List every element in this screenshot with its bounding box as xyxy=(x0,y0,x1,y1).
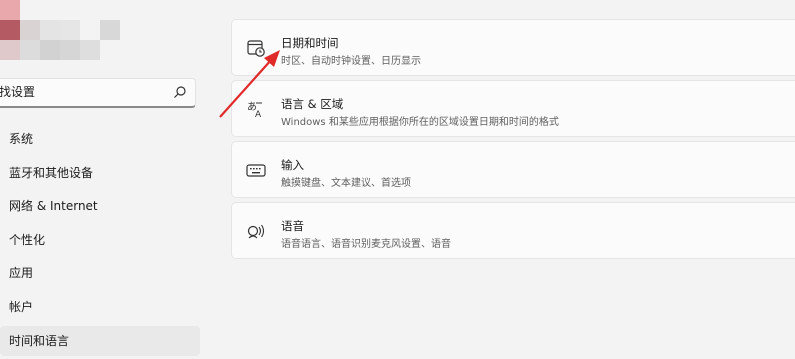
search-icon[interactable] xyxy=(173,85,187,99)
sidebar-item-personalization[interactable]: 个性化 xyxy=(0,225,200,255)
sidebar-item-bluetooth-devices[interactable]: 蓝牙和其他设备 xyxy=(0,158,200,188)
speech-icon xyxy=(247,224,265,239)
svg-text:A: A xyxy=(255,110,262,119)
sidebar-item-apps[interactable]: 应用 xyxy=(0,258,200,288)
card-date-time[interactable]: 日期和时间 时区、自动时钟设置、日历显示 xyxy=(231,19,795,76)
card-title: 日期和时间 xyxy=(281,36,339,50)
sidebar-item-accounts[interactable]: 帐户 xyxy=(0,292,200,322)
card-speech[interactable]: 语音 语音语言、语音识别麦克风设置、语音 xyxy=(231,202,795,259)
card-description: 时区、自动时钟设置、日历显示 xyxy=(281,56,421,67)
card-language-region[interactable]: あ A 语言 & 区域 Windows 和某些应用根据你所在的区域设置日期和时间… xyxy=(231,80,795,137)
card-description: 触摸键盘、文本建议、首选项 xyxy=(281,178,411,189)
card-title: 语言 & 区域 xyxy=(281,97,344,111)
sidebar-item-system[interactable]: 系统 xyxy=(0,124,200,154)
search-input[interactable] xyxy=(0,79,159,105)
card-title: 输入 xyxy=(281,158,304,172)
sidebar: 系统 蓝牙和其他设备 网络 & Internet 个性化 应用 帐户 时间和语言 xyxy=(0,0,210,356)
card-description: 语音语言、语音识别麦克风设置、语音 xyxy=(281,239,451,250)
sidebar-item-network-internet[interactable]: 网络 & Internet xyxy=(0,191,200,221)
card-description: Windows 和某些应用根据你所在的区域设置日期和时间的格式 xyxy=(281,117,559,128)
card-input[interactable]: 输入 触摸键盘、文本建议、首选项 xyxy=(231,141,795,198)
keyboard-icon xyxy=(246,164,266,177)
sidebar-item-time-language[interactable]: 时间和语言 xyxy=(0,325,200,356)
avatar[interactable] xyxy=(0,0,130,70)
card-title: 语音 xyxy=(281,219,304,233)
nav-list: 系统 蓝牙和其他设备 网络 & Internet 个性化 应用 帐户 时间和语言 xyxy=(0,124,200,359)
language-icon: あ A xyxy=(247,101,262,119)
calendar-clock-icon xyxy=(247,40,265,57)
search-box[interactable] xyxy=(0,78,196,108)
